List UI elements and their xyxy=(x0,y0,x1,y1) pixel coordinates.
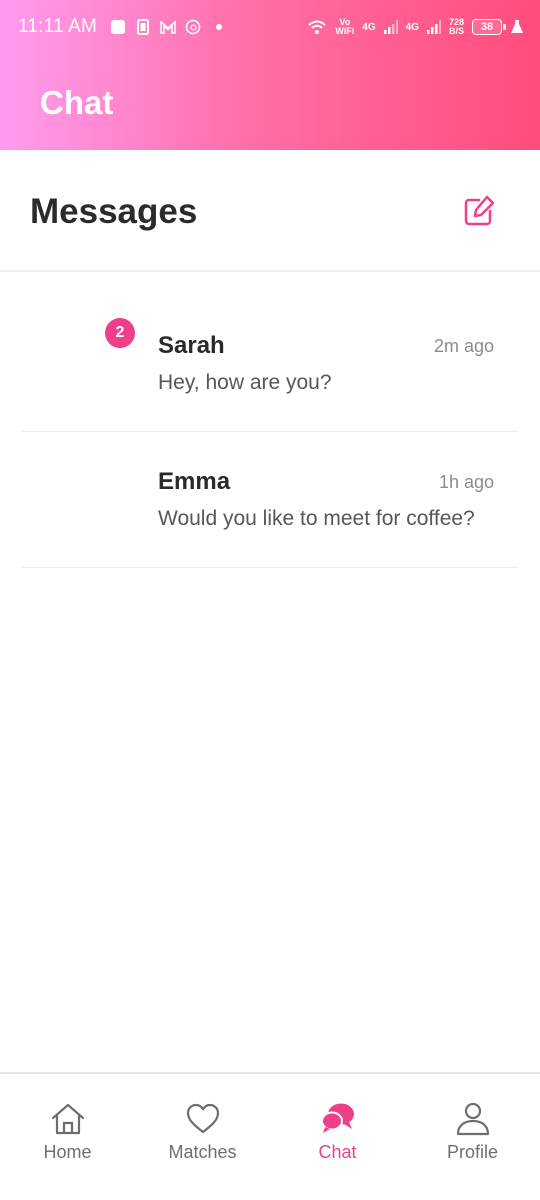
bottom-nav: Home Matches Chat Profile xyxy=(0,1072,540,1200)
nav-item-matches[interactable]: Matches xyxy=(135,1074,270,1200)
home-icon xyxy=(51,1103,84,1135)
signal-icon xyxy=(426,20,441,34)
wifi-icon xyxy=(308,20,327,34)
sim2-network: 4G xyxy=(405,21,419,33)
conversation-preview: Hey, how are you? xyxy=(158,371,332,394)
flask-icon xyxy=(511,20,523,33)
vowifi-indicator: Vo WiFi xyxy=(335,17,355,36)
battery-icon: 38 xyxy=(472,19,506,35)
conversation-time: 2m ago xyxy=(433,336,494,356)
nav-item-profile[interactable]: Profile xyxy=(405,1074,540,1200)
nav-label: Matches xyxy=(168,1142,237,1162)
compose-icon[interactable] xyxy=(462,194,496,228)
nav-item-chat[interactable]: Chat xyxy=(270,1074,405,1200)
heart-icon xyxy=(186,1103,219,1134)
sim1-network: 4G xyxy=(362,21,376,33)
user-icon xyxy=(456,1102,489,1136)
messages-header: Messages xyxy=(0,150,540,272)
chat-icon xyxy=(320,1103,354,1133)
status-time: 11:11 AM xyxy=(18,16,98,37)
nav-item-home[interactable]: Home xyxy=(0,1074,135,1200)
more-notifications-dot xyxy=(216,24,223,30)
nav-label: Chat xyxy=(318,1142,357,1162)
messages-title: Messages xyxy=(30,192,198,231)
conversation-name: Emma xyxy=(158,468,231,495)
unread-badge: 2 xyxy=(105,318,135,348)
signal-icon xyxy=(383,20,398,34)
conversation-name: Sarah xyxy=(158,332,225,359)
nav-label: Home xyxy=(43,1142,92,1162)
network-speed: 728 B/S xyxy=(448,17,464,36)
conversation-time: 1h ago xyxy=(438,472,494,492)
app-notification-icon xyxy=(111,20,126,34)
status-bar: 11:11 AM Vo WiFi 4G 4G 728 B/S 38 xyxy=(0,0,540,54)
conversation-item[interactable]: 2 Sarah 2m ago Hey, how are you? xyxy=(22,296,518,432)
page-title: Chat xyxy=(40,84,114,121)
app-header: 11:11 AM Vo WiFi 4G 4G 728 B/S 38 Chat xyxy=(0,0,540,150)
nav-label: Profile xyxy=(446,1142,499,1162)
sim-notification-icon xyxy=(137,19,150,35)
conversation-preview: Would you like to meet for coffee? xyxy=(158,507,475,530)
threads-icon xyxy=(185,19,201,35)
conversation-item[interactable]: Emma 1h ago Would you like to meet for c… xyxy=(22,432,518,568)
gmail-icon xyxy=(160,20,176,34)
conversation-list: 2 Sarah 2m ago Hey, how are you? Emma 1h… xyxy=(22,296,518,568)
